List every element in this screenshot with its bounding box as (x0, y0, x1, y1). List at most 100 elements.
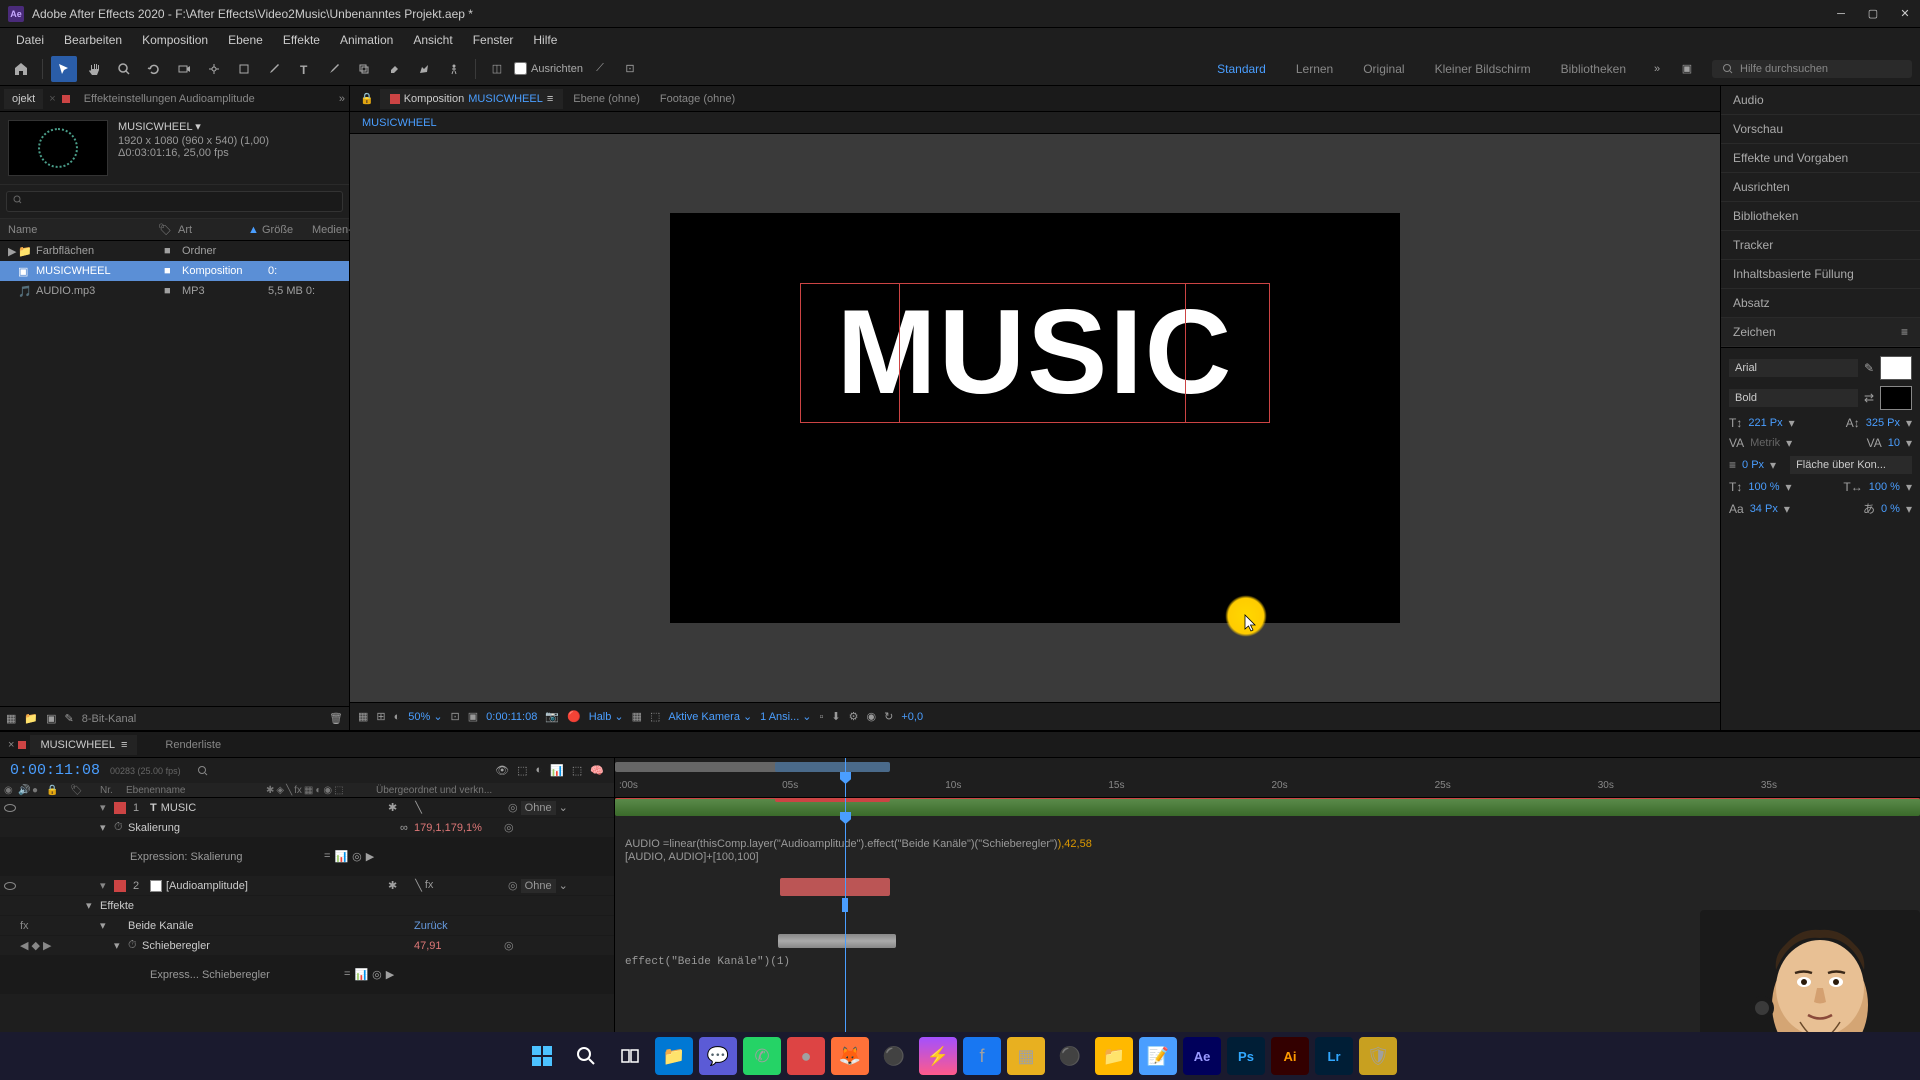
expr-lang-icon[interactable]: ▶ (386, 968, 394, 981)
workspace-lernen[interactable]: Lernen (1282, 58, 1347, 80)
vscale-value[interactable]: 100 % (1748, 481, 1779, 493)
panel-bibliotheken[interactable]: Bibliotheken (1721, 202, 1920, 231)
effect-controls-tab[interactable]: Effekteinstellungen Audioamplitude (76, 89, 263, 109)
app-icon[interactable]: ▦ (1007, 1037, 1045, 1075)
app-icon[interactable]: ● (787, 1037, 825, 1075)
project-item[interactable]: 🎵AUDIO.mp3■MP35,5 MB 0: (0, 281, 349, 301)
snap-opt2-icon[interactable]: ⊡ (617, 56, 643, 82)
minimize-button[interactable]: ─ (1834, 7, 1848, 21)
pen-tool[interactable] (261, 56, 287, 82)
expr-lang-icon[interactable]: ▶ (366, 850, 374, 863)
transparency-icon[interactable]: ▦ (632, 710, 642, 723)
panel-absatz[interactable]: Absatz (1721, 289, 1920, 318)
start-button[interactable] (523, 1037, 561, 1075)
whatsapp-icon[interactable]: ✆ (743, 1037, 781, 1075)
stopwatch-icon[interactable]: ⏱ (128, 939, 142, 952)
exposure-reset-icon[interactable]: ↻ (884, 710, 893, 723)
property-name[interactable]: Effekte (100, 900, 294, 912)
parent-dropdown[interactable]: Ohne (521, 801, 556, 815)
col-type[interactable]: Art (178, 224, 248, 236)
swap-colors-icon[interactable]: ⇄ (1864, 391, 1874, 405)
taskview-icon[interactable] (611, 1037, 649, 1075)
expr-graph-icon[interactable]: 📊 (354, 968, 368, 981)
stroke-color-swatch[interactable] (1880, 386, 1912, 410)
close-button[interactable]: ✕ (1898, 7, 1912, 21)
grid-icon[interactable]: ⊞ (376, 710, 385, 723)
zoom-dropdown[interactable]: 50% ⌄ (408, 710, 442, 723)
workspace-panel-icon[interactable]: ▣ (1674, 56, 1700, 82)
fill-color-swatch[interactable] (1880, 356, 1912, 380)
mag-icon[interactable]: ▦ (358, 710, 368, 723)
expr-enable-icon[interactable]: = (324, 850, 330, 863)
current-timecode[interactable]: 0:00:11:08 (10, 762, 100, 779)
resolution-dropdown[interactable]: Halb ⌄ (589, 710, 624, 723)
render-queue-tab[interactable]: Renderliste (157, 735, 229, 755)
messenger-icon[interactable]: ⚡ (919, 1037, 957, 1075)
fast-icon[interactable]: ⬇ (831, 710, 840, 723)
expression-editor[interactable]: AUDIO =linear(thisComp.layer("Audioampli… (625, 838, 1092, 864)
property-name[interactable]: Schieberegler (142, 940, 414, 952)
views-dropdown[interactable]: 1 Ansi... ⌄ (760, 710, 811, 723)
menu-animation[interactable]: Animation (332, 31, 401, 49)
expression-editor[interactable]: effect("Beide Kanäle")(1) (625, 956, 790, 968)
audio-switch-icon[interactable]: 🔊 (18, 785, 32, 796)
camera-dropdown[interactable]: Aktive Kamera ⌄ (668, 710, 752, 723)
menu-ansicht[interactable]: Ansicht (405, 31, 460, 49)
notepad-icon[interactable]: 📝 (1139, 1037, 1177, 1075)
puppet-tool[interactable] (441, 56, 467, 82)
menu-hilfe[interactable]: Hilfe (525, 31, 565, 49)
text-tool[interactable]: T (291, 56, 317, 82)
expression-row[interactable]: Expression: Skalierung =📊◎▶ (0, 838, 614, 876)
solo-switch-icon[interactable]: ● (32, 785, 46, 796)
expr-pickwhip-icon[interactable]: ◎ (372, 968, 382, 981)
property-name[interactable]: Skalierung (128, 822, 400, 834)
app-icon[interactable]: ⚫ (875, 1037, 913, 1075)
snapshot-icon[interactable]: 📷 (545, 710, 559, 723)
photoshop-icon[interactable]: Ps (1227, 1037, 1265, 1075)
expr-enable-icon[interactable]: = (344, 968, 350, 981)
shy-icon[interactable]: 👁 (495, 764, 509, 777)
app-icon[interactable]: 🛡 (1359, 1037, 1397, 1075)
brain-icon[interactable]: 🧠 (590, 764, 604, 777)
obs-icon[interactable]: ⚫ (1051, 1037, 1089, 1075)
3d-icon[interactable]: ⬚ (650, 710, 660, 723)
panel-inhaltsbasierte-füllung[interactable]: Inhaltsbasierte Füllung (1721, 260, 1920, 289)
lightroom-icon[interactable]: Lr (1315, 1037, 1353, 1075)
channel-icon[interactable]: 🔴 (567, 710, 581, 723)
panel-audio[interactable]: Audio (1721, 86, 1920, 115)
teams-icon[interactable]: 💬 (699, 1037, 737, 1075)
parent-dropdown[interactable]: Ohne (521, 879, 556, 893)
layer-name[interactable]: MUSIC (161, 802, 196, 814)
property-name[interactable]: Beide Kanäle (128, 920, 414, 932)
menu-fenster[interactable]: Fenster (465, 31, 522, 49)
folder-icon[interactable]: 📁 (1095, 1037, 1133, 1075)
mask-icon[interactable]: ◐ (394, 711, 401, 723)
panel-expand-icon[interactable]: » (339, 93, 345, 105)
comp-name-label[interactable]: MUSICWHEEL (118, 121, 192, 133)
leading-value[interactable]: 325 Px (1866, 417, 1900, 429)
footage-tab[interactable]: Footage (ohne) (650, 89, 745, 109)
home-button[interactable] (8, 56, 34, 82)
expr-graph-icon[interactable]: 📊 (334, 850, 348, 863)
timeline-tab[interactable]: MUSICWHEEL ≡ (30, 735, 137, 755)
layer-row[interactable]: ▾ 2 [Audioamplitude] ✱╲fx ◎ Ohne ⌄ (0, 876, 614, 896)
bit-depth[interactable]: 8-Bit-Kanal (82, 713, 136, 725)
playhead[interactable] (845, 758, 846, 797)
brush-tool[interactable] (321, 56, 347, 82)
timecode-display[interactable]: 0:00:11:08 (486, 711, 537, 723)
next-key-icon[interactable]: ▶ (43, 939, 51, 952)
clone-tool[interactable] (351, 56, 377, 82)
stroke-mode-dropdown[interactable]: Fläche über Kon... (1790, 456, 1912, 474)
project-item[interactable]: ▶📁Farbflächen■Ordner (0, 241, 349, 261)
layer-label-color[interactable] (114, 802, 126, 814)
project-tab[interactable]: ojekt (4, 89, 43, 109)
comp-thumbnail[interactable] (8, 120, 108, 176)
visibility-toggle[interactable] (4, 804, 16, 812)
layer-label-color[interactable] (114, 880, 126, 892)
baseline-value[interactable]: 34 Px (1750, 503, 1778, 515)
property-row[interactable]: ▾ Effekte (0, 896, 614, 916)
workspace-standard[interactable]: Standard (1203, 58, 1280, 80)
search-taskbar-icon[interactable] (567, 1037, 605, 1075)
frame-blend-icon[interactable]: ⬚ (517, 764, 527, 777)
renderer-icon[interactable]: ⚙ (849, 710, 859, 723)
